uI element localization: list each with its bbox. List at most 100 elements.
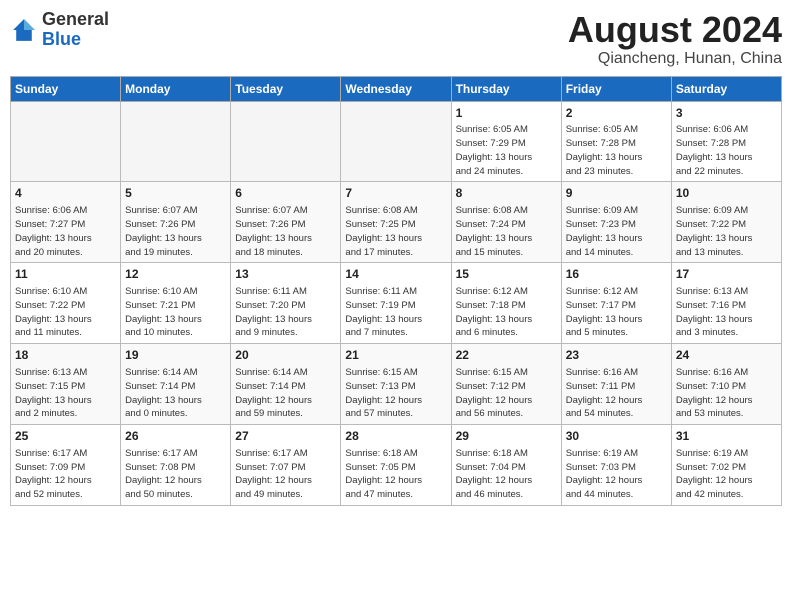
day-number: 11 [15,266,116,283]
day-number: 21 [345,347,446,364]
day-info: Sunrise: 6:12 AM Sunset: 7:17 PM Dayligh… [566,285,667,340]
day-number: 22 [456,347,557,364]
calendar-subtitle: Qiancheng, Hunan, China [568,50,782,68]
day-info: Sunrise: 6:16 AM Sunset: 7:10 PM Dayligh… [676,366,777,421]
day-number: 4 [15,185,116,202]
day-info: Sunrise: 6:06 AM Sunset: 7:28 PM Dayligh… [676,123,777,178]
calendar-day-cell [121,101,231,182]
calendar-day-cell: 19Sunrise: 6:14 AM Sunset: 7:14 PM Dayli… [121,344,231,425]
calendar-week-row: 1Sunrise: 6:05 AM Sunset: 7:29 PM Daylig… [11,101,782,182]
day-number: 20 [235,347,336,364]
day-info: Sunrise: 6:10 AM Sunset: 7:22 PM Dayligh… [15,285,116,340]
day-info: Sunrise: 6:07 AM Sunset: 7:26 PM Dayligh… [235,204,336,259]
calendar-body: 1Sunrise: 6:05 AM Sunset: 7:29 PM Daylig… [11,101,782,505]
day-number: 3 [676,105,777,122]
calendar-day-cell: 1Sunrise: 6:05 AM Sunset: 7:29 PM Daylig… [451,101,561,182]
day-number: 8 [456,185,557,202]
calendar-day-cell: 12 Sunrise: 6:10 AM Sunset: 7:21 PM Dayli… [121,263,231,344]
title-block: August 2024 Qiancheng, Hunan, China [568,10,782,68]
weekday-header: Tuesday [231,76,341,101]
day-info: Sunrise: 6:14 AM Sunset: 7:14 PM Dayligh… [125,366,226,421]
calendar-week-row: 18 Sunrise: 6:13 AM Sunset: 7:15 PM Dayli… [11,344,782,425]
day-info: Sunrise: 6:09 AM Sunset: 7:22 PM Dayligh… [676,204,777,259]
day-info: Sunrise: 6:17 AM Sunset: 7:09 PM Dayligh… [15,447,116,502]
day-info: Sunrise: 6:18 AM Sunset: 7:04 PM Dayligh… [456,447,557,502]
day-info: Sunrise: 6:05 AM Sunset: 7:29 PM Dayligh… [456,123,557,178]
weekday-header: Saturday [671,76,781,101]
calendar-day-cell: 23 Sunrise: 6:16 AM Sunset: 7:11 PM Dayli… [561,344,671,425]
day-number: 2 [566,105,667,122]
calendar-week-row: 25 Sunrise: 6:17 AM Sunset: 7:09 PM Dayli… [11,425,782,506]
calendar-day-cell: 5 Sunrise: 6:07 AM Sunset: 7:26 PM Daylig… [121,182,231,263]
calendar-day-cell [341,101,451,182]
weekday-header: Thursday [451,76,561,101]
day-info: Sunrise: 6:12 AM Sunset: 7:18 PM Dayligh… [456,285,557,340]
calendar-title: August 2024 [568,10,782,50]
day-info: Sunrise: 6:08 AM Sunset: 7:25 PM Dayligh… [345,204,446,259]
logo-blue-text: Blue [42,29,81,49]
calendar-day-cell: 2Sunrise: 6:05 AM Sunset: 7:28 PM Daylig… [561,101,671,182]
day-number: 5 [125,185,226,202]
calendar-day-cell: 22Sunrise: 6:15 AM Sunset: 7:12 PM Dayli… [451,344,561,425]
calendar-day-cell: 10 Sunrise: 6:09 AM Sunset: 7:22 PM Dayli… [671,182,781,263]
calendar-day-cell: 20 Sunrise: 6:14 AM Sunset: 7:14 PM Dayli… [231,344,341,425]
day-number: 24 [676,347,777,364]
day-number: 25 [15,428,116,445]
day-info: Sunrise: 6:15 AM Sunset: 7:13 PM Dayligh… [345,366,446,421]
day-number: 26 [125,428,226,445]
day-number: 29 [456,428,557,445]
logo-general-text: General [42,9,109,29]
calendar-day-cell: 26Sunrise: 6:17 AM Sunset: 7:08 PM Dayli… [121,425,231,506]
day-number: 7 [345,185,446,202]
weekday-header: Wednesday [341,76,451,101]
day-number: 10 [676,185,777,202]
day-info: Sunrise: 6:09 AM Sunset: 7:23 PM Dayligh… [566,204,667,259]
day-number: 1 [456,105,557,122]
day-number: 18 [15,347,116,364]
calendar-day-cell: 3Sunrise: 6:06 AM Sunset: 7:28 PM Daylig… [671,101,781,182]
calendar-day-cell: 24 Sunrise: 6:16 AM Sunset: 7:10 PM Dayli… [671,344,781,425]
calendar-day-cell: 27Sunrise: 6:17 AM Sunset: 7:07 PM Dayli… [231,425,341,506]
calendar-header-row: SundayMondayTuesdayWednesdayThursdayFrid… [11,76,782,101]
day-info: Sunrise: 6:14 AM Sunset: 7:14 PM Dayligh… [235,366,336,421]
calendar-day-cell: 13Sunrise: 6:11 AM Sunset: 7:20 PM Dayli… [231,263,341,344]
day-info: Sunrise: 6:18 AM Sunset: 7:05 PM Dayligh… [345,447,446,502]
day-number: 9 [566,185,667,202]
day-number: 16 [566,266,667,283]
day-number: 12 [125,266,226,283]
calendar-day-cell: 21 Sunrise: 6:15 AM Sunset: 7:13 PM Dayli… [341,344,451,425]
calendar-day-cell: 18 Sunrise: 6:13 AM Sunset: 7:15 PM Dayli… [11,344,121,425]
day-info: Sunrise: 6:10 AM Sunset: 7:21 PM Dayligh… [125,285,226,340]
day-number: 27 [235,428,336,445]
day-number: 23 [566,347,667,364]
calendar-day-cell: 29 Sunrise: 6:18 AM Sunset: 7:04 PM Dayli… [451,425,561,506]
day-number: 6 [235,185,336,202]
day-info: Sunrise: 6:11 AM Sunset: 7:20 PM Dayligh… [235,285,336,340]
calendar-day-cell: 4 Sunrise: 6:06 AM Sunset: 7:27 PM Daylig… [11,182,121,263]
day-info: Sunrise: 6:13 AM Sunset: 7:15 PM Dayligh… [15,366,116,421]
day-info: Sunrise: 6:06 AM Sunset: 7:27 PM Dayligh… [15,204,116,259]
calendar-table: SundayMondayTuesdayWednesdayThursdayFrid… [10,76,782,506]
weekday-header: Monday [121,76,231,101]
day-number: 31 [676,428,777,445]
calendar-day-cell: 28 Sunrise: 6:18 AM Sunset: 7:05 PM Dayli… [341,425,451,506]
logo: General Blue [10,10,109,50]
day-info: Sunrise: 6:05 AM Sunset: 7:28 PM Dayligh… [566,123,667,178]
calendar-day-cell: 6 Sunrise: 6:07 AM Sunset: 7:26 PM Daylig… [231,182,341,263]
day-number: 17 [676,266,777,283]
day-info: Sunrise: 6:07 AM Sunset: 7:26 PM Dayligh… [125,204,226,259]
day-number: 14 [345,266,446,283]
day-info: Sunrise: 6:08 AM Sunset: 7:24 PM Dayligh… [456,204,557,259]
page-header: General Blue August 2024 Qiancheng, Huna… [10,10,782,68]
day-info: Sunrise: 6:16 AM Sunset: 7:11 PM Dayligh… [566,366,667,421]
logo-icon [10,16,38,44]
calendar-day-cell: 17Sunrise: 6:13 AM Sunset: 7:16 PM Dayli… [671,263,781,344]
calendar-week-row: 4 Sunrise: 6:06 AM Sunset: 7:27 PM Daylig… [11,182,782,263]
day-number: 30 [566,428,667,445]
day-number: 28 [345,428,446,445]
calendar-day-cell [231,101,341,182]
day-info: Sunrise: 6:11 AM Sunset: 7:19 PM Dayligh… [345,285,446,340]
weekday-header: Friday [561,76,671,101]
calendar-day-cell: 16 Sunrise: 6:12 AM Sunset: 7:17 PM Dayli… [561,263,671,344]
weekday-header: Sunday [11,76,121,101]
